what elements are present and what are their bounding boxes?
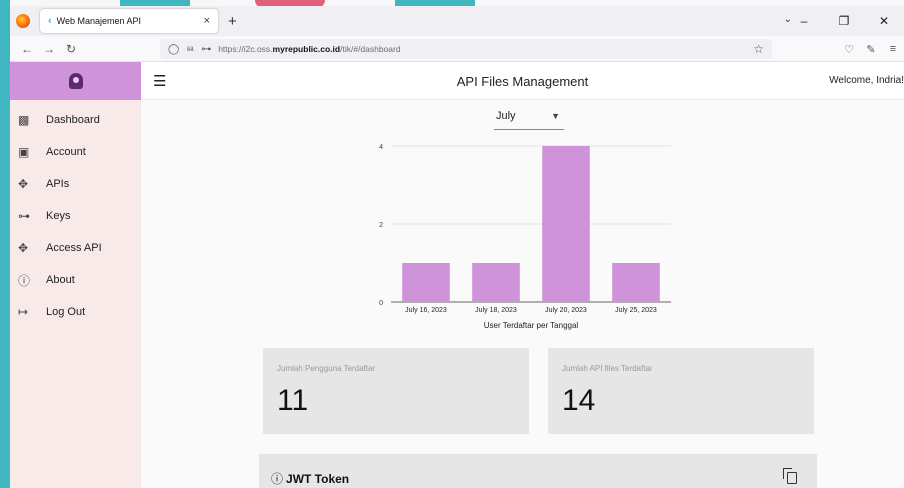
bookmark-star-icon[interactable]: ☆ <box>753 42 764 56</box>
sidebar-item-label: Account <box>46 146 86 158</box>
info-icon: ⓘ <box>18 273 31 288</box>
key-icon: ⊶ <box>18 209 30 223</box>
sidebar-item-label: Access API <box>46 242 102 254</box>
toolbar-right: ♡ ✎ ≡ <box>838 36 904 62</box>
address-bar[interactable]: ◯ ⎂ ⊶ https://i2c.oss. myrepublic.co.id/t… <box>160 39 772 59</box>
firefox-icon[interactable] <box>16 14 30 28</box>
sidebar-item-log-out[interactable]: ↦ Log Out <box>10 296 141 328</box>
tab-bar: ‹ Web Manajemen API × + ⌄ – ❐ ✕ <box>10 6 904 36</box>
pocket-icon[interactable]: ♡ <box>838 43 860 56</box>
month-dropdown[interactable]: July ▼ <box>494 110 564 130</box>
new-tab-button[interactable]: + <box>228 13 237 30</box>
sidebar-item-label: Log Out <box>46 306 86 318</box>
browser-tab[interactable]: ‹ Web Manajemen API × <box>40 9 218 33</box>
extensions-icon[interactable]: ✎ <box>860 43 882 56</box>
sidebar-item-access-api[interactable]: ✥ Access API <box>10 232 141 264</box>
x-tick-label: July 18, 2023 <box>475 307 517 314</box>
sidebar: ▩ Dashboard ▣ Account ✥ APIs ⊶ Keys ✥ Ac… <box>10 62 141 488</box>
sidebar-item-keys[interactable]: ⊶ Keys <box>10 200 141 232</box>
navigation-bar: ← → ↻ ◯ ⎂ ⊶ https://i2c.oss. myrepublic.c… <box>10 36 904 62</box>
stat-value: 14 <box>562 384 596 417</box>
dashboard-icon: ▩ <box>18 113 30 127</box>
registered-users-chart: 0 2 4 July 16, 2023 July 18, 2023 July 20, 20… <box>379 144 671 330</box>
sidebar-item-label: Dashboard <box>46 114 100 126</box>
x-tick-label: July 16, 2023 <box>405 307 447 314</box>
back-icon[interactable]: ← <box>16 42 38 56</box>
chart-bar <box>472 263 520 302</box>
tab-title: Web Manajemen API <box>56 16 142 26</box>
registered-api-files-card: Jumlah API files Terdaftar 14 <box>548 348 814 434</box>
url-domain: myrepublic.co.id <box>272 44 341 54</box>
api-icon: ✥ <box>18 241 29 255</box>
dropdown-caret-icon: ▼ <box>551 111 560 121</box>
flutter-icon: ‹ <box>48 15 52 27</box>
month-selected-value: July <box>496 110 516 122</box>
browser-window: ‹ Web Manajemen API × + ⌄ – ❐ ✕ ← → ↻ ◯ … <box>10 6 904 488</box>
sidebar-item-label: Keys <box>46 210 71 222</box>
url-prefix: https://i2c.oss. <box>218 44 273 54</box>
shield-icon[interactable]: ◯ <box>168 44 179 55</box>
forward-icon[interactable]: → <box>38 42 60 56</box>
welcome-text: Welcome, Indria! <box>829 75 904 86</box>
x-tick-label: July 20, 2023 <box>545 307 587 314</box>
main-content: ☰ API Files Management Welcome, Indria! … <box>141 62 904 488</box>
sidebar-menu: ▩ Dashboard ▣ Account ✥ APIs ⊶ Keys ✥ Ac… <box>10 104 141 328</box>
jwt-token-card: ⓘ JWT Token <box>259 454 817 488</box>
y-tick-label: 4 <box>379 144 383 151</box>
registered-users-card: Jumlah Pengguna Terdaftar 11 <box>263 348 529 434</box>
app-logo-icon <box>68 73 83 89</box>
lock-icon[interactable]: ⎂ <box>186 44 194 55</box>
y-tick-label: 2 <box>379 222 383 229</box>
sidebar-item-account[interactable]: ▣ Account <box>10 136 141 168</box>
page-title: API Files Management <box>456 74 589 89</box>
jwt-title: ⓘ JWT Token <box>271 470 349 487</box>
sidebar-item-dashboard[interactable]: ▩ Dashboard <box>10 104 141 136</box>
logout-icon: ↦ <box>18 305 29 319</box>
sidebar-item-label: APIs <box>46 178 70 190</box>
close-window-icon[interactable]: ✕ <box>864 14 904 28</box>
background-decoration <box>0 0 10 488</box>
sidebar-item-label: About <box>46 274 75 286</box>
maximize-icon[interactable]: ❐ <box>824 14 864 28</box>
chart-bar <box>612 263 660 302</box>
stat-label: Jumlah Pengguna Terdaftar <box>277 364 376 373</box>
x-axis-label: User Terdaftar per Tanggal <box>484 321 579 330</box>
url-path: /tik/#/dashboard <box>340 44 401 54</box>
minimize-icon[interactable]: – <box>784 14 824 28</box>
api-icon: ✥ <box>18 177 29 191</box>
chart-bar <box>542 146 590 302</box>
y-tick-label: 0 <box>379 300 383 307</box>
copy-icon[interactable] <box>783 468 797 484</box>
stat-value: 11 <box>277 384 309 417</box>
key-icon[interactable]: ⊶ <box>201 44 211 55</box>
chart-bar <box>402 263 450 302</box>
sidebar-item-apis[interactable]: ✥ APIs <box>10 168 141 200</box>
account-icon: ▣ <box>18 145 30 159</box>
menu-icon[interactable]: ≡ <box>882 43 904 55</box>
info-icon: ⓘ <box>271 472 284 486</box>
web-app: ▩ Dashboard ▣ Account ✥ APIs ⊶ Keys ✥ Ac… <box>10 62 904 488</box>
stat-label: Jumlah API files Terdaftar <box>562 364 653 373</box>
window-controls: – ❐ ✕ <box>784 6 904 36</box>
app-bar: ☰ API Files Management Welcome, Indria! <box>141 62 904 100</box>
x-tick-label: July 25, 2023 <box>615 307 657 314</box>
close-tab-icon[interactable]: × <box>204 15 210 27</box>
sidebar-header <box>10 62 141 100</box>
jwt-title-text: JWT Token <box>286 472 350 486</box>
sidebar-item-about[interactable]: ⓘ About <box>10 264 141 296</box>
reload-icon[interactable]: ↻ <box>60 42 82 56</box>
